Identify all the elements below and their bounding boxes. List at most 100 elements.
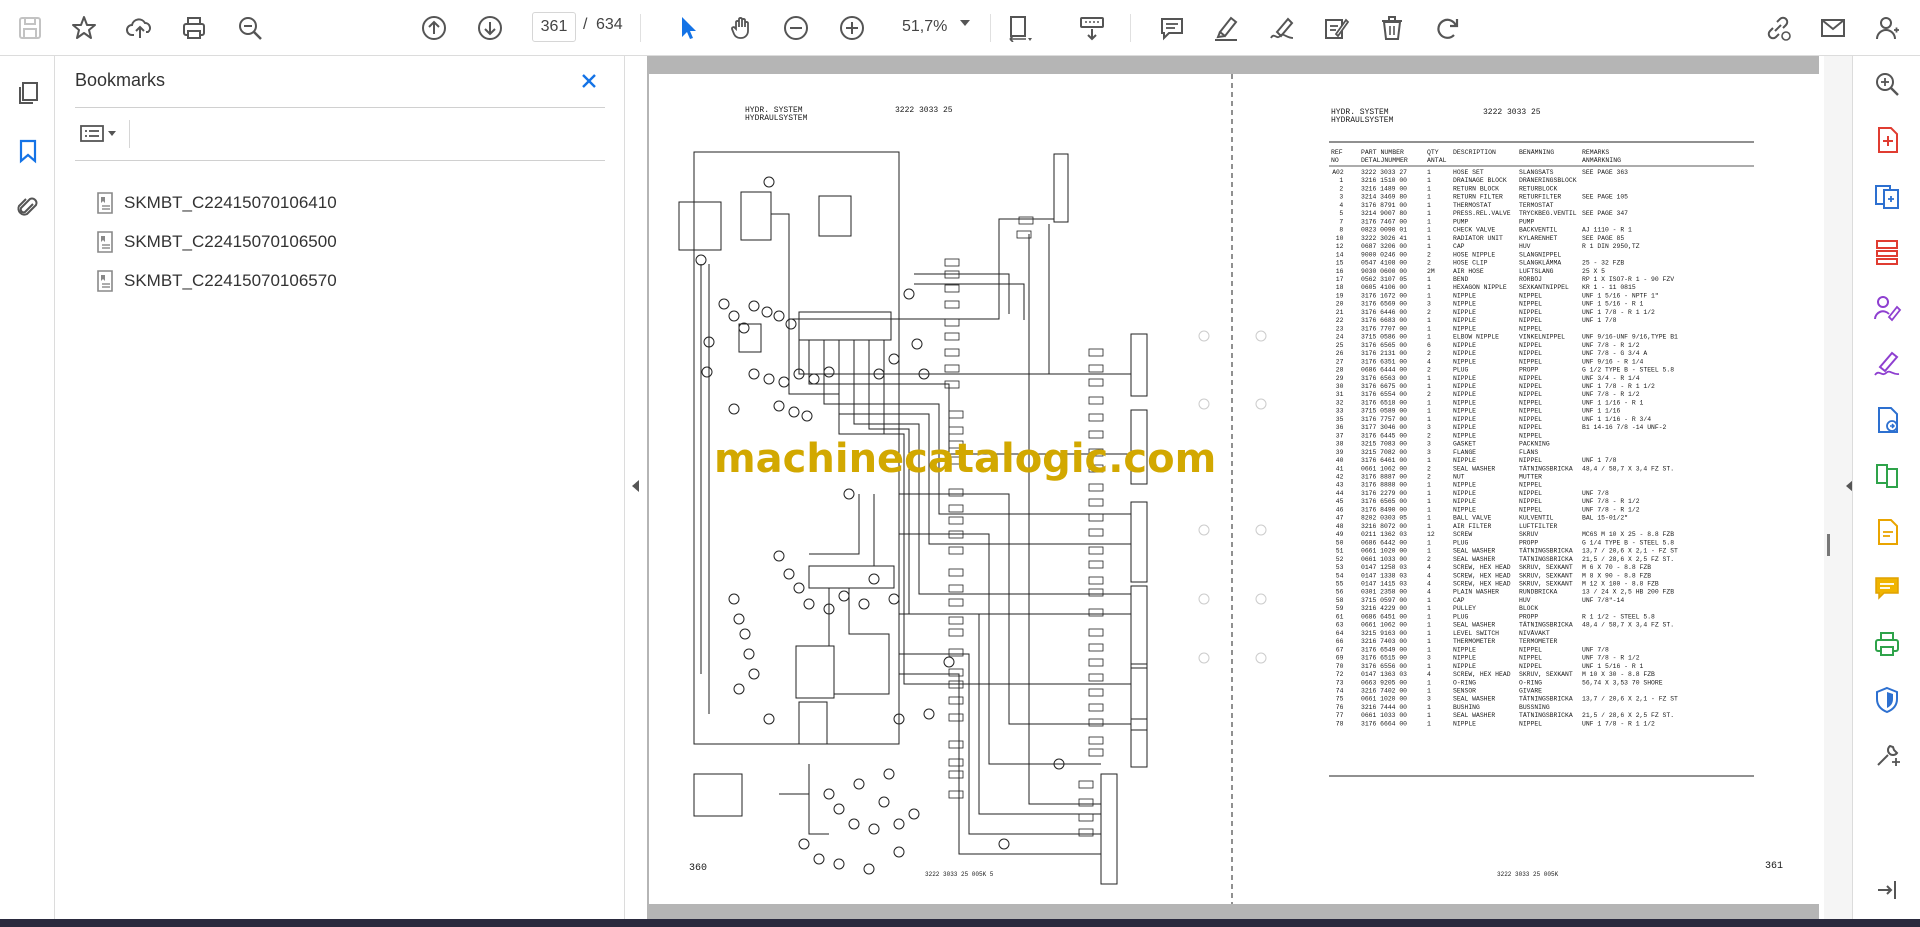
highlight-pen-icon[interactable] xyxy=(1208,10,1244,46)
table-cell: HEXAGON NIPPLE xyxy=(1453,284,1507,291)
next-page-icon[interactable] xyxy=(472,10,508,46)
table-cell: 38 xyxy=(1336,441,1344,448)
right-page-number: 361 xyxy=(1765,861,1783,872)
schematic-tag xyxy=(1018,216,1034,225)
panel-divider xyxy=(75,107,605,108)
table-cell: LEVEL SWITCH xyxy=(1453,630,1499,637)
send-track-icon[interactable] xyxy=(1871,404,1903,436)
zoom-search-icon[interactable] xyxy=(232,10,268,46)
table-row: 33 3715 0589 00 1 NIPPLE NIPPEL UNF 1 1/16 xyxy=(1336,408,1621,415)
table-cell: SEAL WASHER xyxy=(1453,465,1495,472)
table-cell: 0301 2358 00 xyxy=(1361,589,1407,596)
account-user-icon[interactable] xyxy=(1870,10,1906,46)
comment-tool-icon[interactable] xyxy=(1871,572,1903,604)
table-row: 58 3715 0597 00 1 CAP HUV UNF 7/8"-14 xyxy=(1336,597,1625,604)
select-cursor-icon[interactable] xyxy=(670,10,706,46)
right-header2: HYDRAULSYSTEM xyxy=(1331,116,1394,125)
table-cell: 1 xyxy=(1427,218,1431,225)
table-row: 47 8202 0303 05 1 BALL VALVE KULVENTIL BAL 15… xyxy=(1336,515,1628,522)
bookmark-item[interactable]: SKMBT_C22415070106570 xyxy=(94,266,337,296)
bookmark-label: SKMBT_C22415070106410 xyxy=(124,193,337,212)
schematic-node xyxy=(858,598,870,610)
email-icon[interactable] xyxy=(1815,10,1851,46)
table-row: 72 0147 1363 03 4 SCREW, HEX HEAD SKRUV, SEX… xyxy=(1336,671,1655,678)
table-row: 25 3176 6565 00 6 NIPPLE NIPPEL UNF 7/8 - R 1… xyxy=(1336,342,1640,349)
chevron-down-icon[interactable] xyxy=(960,20,970,26)
bookmarks-panel-icon[interactable] xyxy=(11,134,45,168)
table-cell: 54 xyxy=(1336,572,1344,579)
table-cell: UNF 1 7/8 xyxy=(1582,317,1617,324)
comment-icon[interactable] xyxy=(1154,10,1190,46)
cloud-upload-icon[interactable] xyxy=(122,10,158,46)
previous-page-icon[interactable] xyxy=(416,10,452,46)
more-tools-icon[interactable] xyxy=(1871,740,1903,772)
table-row: 48 3216 8072 00 1 AIR FILTER LUFTFILTER xyxy=(1336,523,1558,530)
close-icon[interactable] xyxy=(576,68,602,94)
attachments-paperclip-icon[interactable] xyxy=(11,190,45,224)
schematic-node xyxy=(883,768,895,780)
table-cell: PLUG xyxy=(1453,367,1469,374)
table-cell: 3214 9007 80 xyxy=(1361,210,1407,217)
bookmark-item[interactable]: SKMBT_C22415070106410 xyxy=(94,188,337,218)
left-header2: HYDRAULSYSTEM xyxy=(745,114,808,123)
table-row: 38 3215 7083 00 3 GASKET PACKNING xyxy=(1336,441,1550,448)
table-cell: BALL VALVE xyxy=(1453,515,1492,522)
table-cell: SCREW xyxy=(1453,531,1472,538)
table-cell: 19 xyxy=(1336,292,1344,299)
zoom-out-icon[interactable] xyxy=(778,10,814,46)
edit-text-icon[interactable] xyxy=(1318,10,1354,46)
table-cell: SCREW, HEX HEAD xyxy=(1453,564,1511,571)
export-pdf-icon[interactable] xyxy=(1871,124,1903,156)
delete-trash-icon[interactable] xyxy=(1374,10,1410,46)
schematic-tag xyxy=(1088,673,1104,682)
page-number-input[interactable]: 361 xyxy=(532,12,576,42)
left-footer: 3222 3033 25 005K 5 xyxy=(925,871,994,878)
page-thumbnails-icon[interactable] xyxy=(11,76,45,110)
schematic-tag xyxy=(948,568,964,577)
zoom-level-select[interactable]: 51,7% xyxy=(890,12,980,42)
save-icon[interactable] xyxy=(12,10,48,46)
draw-signature-icon[interactable] xyxy=(1264,10,1300,46)
table-column-header: QTY xyxy=(1427,149,1439,156)
edit-pdf-icon[interactable] xyxy=(1871,516,1903,548)
schematic-node xyxy=(833,803,845,815)
bookmark-item[interactable]: SKMBT_C22415070106500 xyxy=(94,227,337,257)
zoom-in-icon[interactable] xyxy=(834,10,870,46)
table-cell: HOSE SET xyxy=(1453,169,1484,176)
fit-page-icon[interactable] xyxy=(1002,10,1038,46)
schematic-tag xyxy=(944,300,960,309)
hand-tool-icon[interactable] xyxy=(724,10,760,46)
print-icon[interactable] xyxy=(176,10,212,46)
table-cell: 3216 4229 00 xyxy=(1361,605,1407,612)
table-cell: NIPPEL xyxy=(1519,317,1542,324)
scroll-mode-icon[interactable] xyxy=(1074,10,1110,46)
collapse-panel-icon[interactable] xyxy=(632,480,639,492)
scrollbar-thumb[interactable] xyxy=(1827,534,1830,556)
fill-sign-icon[interactable] xyxy=(1871,348,1903,380)
table-cell: NIPPEL xyxy=(1519,482,1542,489)
table-cell: 67 xyxy=(1336,646,1344,653)
compare-files-icon[interactable] xyxy=(1871,460,1903,492)
redo-rotate-icon[interactable] xyxy=(1430,10,1466,46)
schematic-tag xyxy=(1088,546,1104,555)
table-cell: 3176 7757 00 xyxy=(1361,416,1407,423)
table-row: 75 0661 1020 00 3 SEAL WASHER TÄTNINGSBRICKA… xyxy=(1336,695,1678,703)
table-row: 54 0147 1338 03 4 SCREW, HEX HEAD SKRUV, SEX… xyxy=(1336,572,1651,579)
table-cell: NIPPLE xyxy=(1453,408,1476,415)
collapse-right-pane-icon[interactable] xyxy=(1871,874,1903,906)
share-link-icon[interactable] xyxy=(1760,10,1796,46)
combine-files-icon[interactable] xyxy=(1871,180,1903,212)
table-cell: NIPPLE xyxy=(1453,375,1476,382)
print-production-icon[interactable] xyxy=(1871,628,1903,660)
table-cell: 1 xyxy=(1427,523,1431,530)
organize-pages-icon[interactable] xyxy=(1871,236,1903,268)
table-cell: 55 xyxy=(1336,581,1344,588)
document-spread[interactable]: HYDR. SYSTEM HYDRAULSYSTEM 3222 3033 25 xyxy=(649,74,1819,904)
bookmark-star-icon[interactable] xyxy=(66,10,102,46)
protect-shield-icon[interactable] xyxy=(1871,684,1903,716)
table-cell: 35 xyxy=(1336,416,1344,423)
zoom-search-icon[interactable] xyxy=(1871,68,1903,100)
table-cell: SEXKANTNIPPEL xyxy=(1519,284,1569,291)
request-signatures-icon[interactable] xyxy=(1871,292,1903,324)
bookmark-options-button[interactable] xyxy=(75,118,121,148)
